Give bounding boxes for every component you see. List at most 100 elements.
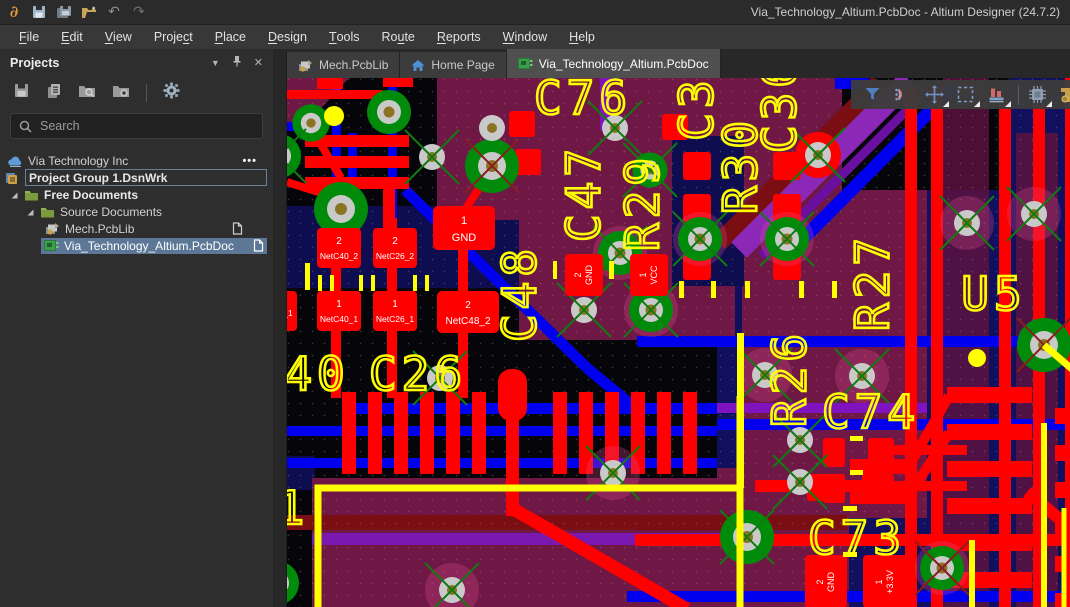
document-page-icon: [253, 239, 264, 252]
menu-file[interactable]: File: [8, 25, 50, 49]
menu-view[interactable]: View: [94, 25, 143, 49]
expand-arrow-icon[interactable]: [25, 207, 35, 217]
pcblib-icon: [45, 222, 60, 235]
pad-net: NetC48_2: [445, 316, 490, 327]
tab-label: Home Page: [431, 58, 494, 72]
silkscreen-label: C36: [753, 78, 807, 153]
open-document-icon[interactable]: [81, 4, 97, 20]
tree-item-workspace[interactable]: Via Technology Inc •••: [0, 152, 273, 169]
pad-number: 1: [638, 272, 648, 277]
dropdown-corner: [1046, 101, 1052, 107]
project-options-icon[interactable]: [112, 83, 130, 103]
panel-pin-icon[interactable]: [232, 54, 242, 72]
silkscreen-label: C48: [493, 244, 547, 342]
menu-bar: File Edit View Project Place Design Tool…: [0, 24, 1070, 49]
altium-designer-window: ∂ ↶ ↷ Via_Technology_Altium.PcbDoc - Alt…: [0, 0, 1070, 607]
project-tree: Via Technology Inc ••• Project Group 1.D…: [0, 152, 273, 254]
panel-close-icon[interactable]: ✕: [254, 56, 263, 69]
menu-tools[interactable]: Tools: [318, 25, 371, 49]
projects-panel-title: Projects: [10, 56, 59, 70]
window-title: Via_Technology_Altium.PcbDoc - Altium De…: [751, 5, 1060, 19]
document-page-icon: [232, 222, 243, 235]
silkscreen-label: C74: [822, 385, 920, 439]
workspace-label: Via Technology Inc: [28, 154, 128, 168]
tree-item-pcbdoc-selected[interactable]: Via_Technology_Altium.PcbDoc: [0, 237, 273, 254]
altium-logo-icon: ∂: [6, 4, 22, 20]
menu-design[interactable]: Design: [257, 25, 318, 49]
title-bar: ∂ ↶ ↷ Via_Technology_Altium.PcbDoc - Alt…: [0, 0, 1070, 24]
folder-icon: [24, 189, 39, 201]
toolbar-separator: [146, 84, 147, 102]
undo-icon[interactable]: ↶: [106, 4, 122, 20]
search-input[interactable]: Search: [10, 113, 263, 139]
menu-help[interactable]: Help: [558, 25, 606, 49]
move-objects-icon[interactable]: [925, 85, 944, 104]
menu-place[interactable]: Place: [204, 25, 257, 49]
silkscreen-label: 1: [287, 481, 309, 535]
document-tab-bar: Mech.PcbLib Home Page Via_Technology_Alt…: [287, 49, 1070, 78]
projects-panel-toolbar: [0, 76, 273, 110]
tree-item-free-documents[interactable]: Free Documents: [0, 186, 273, 203]
pad-number: 1: [461, 215, 467, 227]
free-documents-label: Free Documents: [44, 188, 138, 202]
select-area-icon[interactable]: [956, 85, 975, 104]
compile-documents-icon[interactable]: [46, 83, 62, 104]
menu-reports[interactable]: Reports: [426, 25, 492, 49]
pad-number: 1: [392, 299, 398, 310]
pad-net: NetC40_2: [320, 251, 359, 261]
pad-net: +3.3V: [885, 570, 895, 594]
tab-mech-pcblib[interactable]: Mech.PcbLib: [287, 52, 400, 78]
silkscreen-label: U5: [961, 267, 1026, 321]
panel-settings-gear-icon[interactable]: [163, 82, 180, 104]
pad-number: 2: [815, 579, 825, 584]
workspace-menu-button[interactable]: •••: [242, 155, 257, 167]
menu-edit[interactable]: Edit: [50, 25, 94, 49]
save-all-icon[interactable]: [56, 4, 72, 20]
tree-item-source-documents[interactable]: Source Documents: [0, 203, 273, 220]
tab-label: Mech.PcbLib: [319, 58, 388, 72]
save-icon[interactable]: [31, 4, 47, 20]
pad-net: NetC26_1: [376, 314, 415, 324]
tab-via-technology-pcbdoc[interactable]: Via_Technology_Altium.PcbDoc: [507, 49, 721, 78]
tree-item-pcblib[interactable]: Mech.PcbLib: [0, 220, 273, 237]
explore-project-icon[interactable]: [78, 83, 96, 103]
menu-window[interactable]: Window: [492, 25, 558, 49]
clipped-toolbar-icon[interactable]: [1059, 85, 1070, 104]
expand-arrow-icon[interactable]: [9, 190, 19, 200]
folder-icon: [40, 206, 55, 218]
filter-icon[interactable]: [863, 85, 882, 104]
panel-splitter[interactable]: [273, 49, 287, 607]
menu-project[interactable]: Project: [143, 25, 204, 49]
pad-net: _1: [287, 308, 293, 318]
panel-dropdown-icon[interactable]: ▼: [211, 58, 220, 68]
pcb-canvas[interactable]: 2 NetC40_2 2 NetC26_2 1 GND 1 NetC40_1 1: [287, 78, 1070, 607]
magnet-icon[interactable]: [894, 85, 913, 104]
silkscreen-label: 40: [287, 347, 350, 401]
pad-net: GND: [826, 572, 836, 593]
pcblib-label: Mech.PcbLib: [65, 222, 134, 236]
pcbdoc-icon: [518, 57, 533, 70]
search-placeholder: Search: [40, 119, 80, 133]
pad-number: 2: [392, 236, 398, 247]
pcblib-icon: [298, 59, 313, 72]
pcb-overlay-toolbar: [851, 80, 1070, 109]
pad-net: VCC: [649, 265, 659, 285]
projects-panel-header: Projects ▼ ✕: [0, 49, 273, 76]
project-group-icon: [5, 171, 20, 185]
menu-route[interactable]: Route: [371, 25, 426, 49]
silkscreen-label: R26: [763, 329, 817, 427]
pcb-editor-viewport[interactable]: 2 NetC40_2 2 NetC26_2 1 GND 1 NetC40_1 1: [287, 78, 1070, 607]
dropdown-corner: [1005, 101, 1011, 107]
dropdown-corner: [943, 101, 949, 107]
pad-net: NetC40_1: [320, 314, 359, 324]
board-insight-icon[interactable]: [987, 85, 1006, 104]
save-project-icon[interactable]: [14, 83, 30, 103]
redo-icon[interactable]: ↷: [131, 4, 147, 20]
silkscreen-label: C3: [670, 78, 724, 141]
component-placement-icon[interactable]: [1028, 85, 1047, 104]
tree-item-project-group[interactable]: Project Group 1.DsnWrk: [0, 169, 273, 186]
pad-net: NetC26_2: [376, 251, 415, 261]
tab-home-page[interactable]: Home Page: [400, 52, 506, 78]
toolbar-separator: [1018, 85, 1019, 105]
pcbdoc-label: Via_Technology_Altium.PcbDoc: [64, 239, 234, 253]
